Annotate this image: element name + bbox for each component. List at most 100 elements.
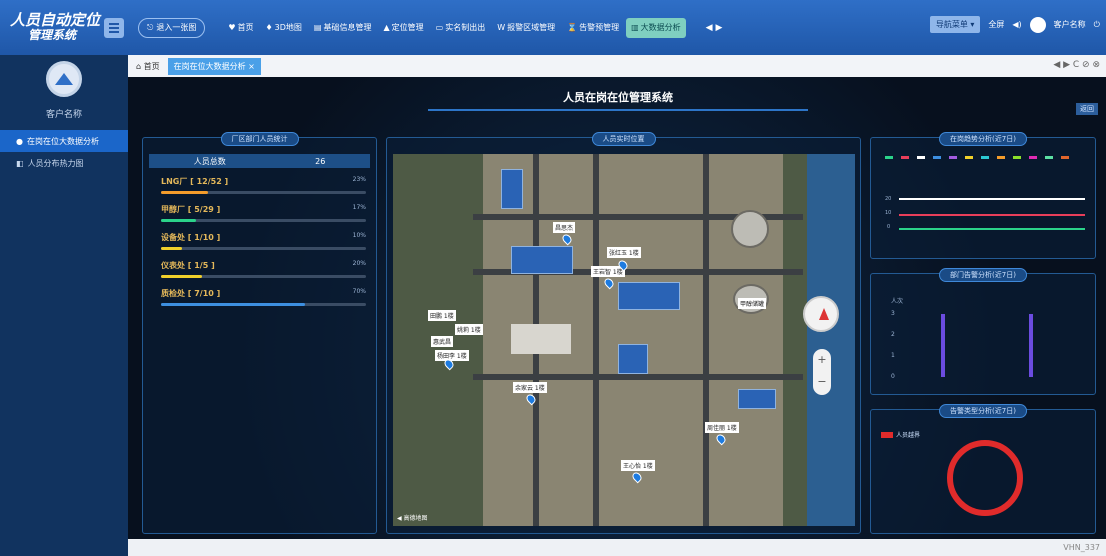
- home-icon: ⌂: [136, 61, 144, 71]
- series-line: [899, 198, 1085, 200]
- map-label: 张红玉 1楼: [607, 247, 641, 258]
- dept-alarm-panel: 部门告警分析(近7日) 人次 3 2 1 0: [870, 268, 1096, 395]
- y-tick: 1: [891, 352, 895, 359]
- dept-progress-fill: [161, 303, 305, 306]
- legend-label: 人员越界: [896, 432, 921, 439]
- dept-progress-bar: [161, 303, 366, 306]
- map-label: 姚莉 1楼: [455, 324, 483, 335]
- dept-stats-panel: 厂区部门人员统计 人员总数 26 LNG厂 [ 12/52 ] 23% 甲醇厂 [ …: [142, 132, 377, 534]
- dept-name: 仪表处 [ 1/5 ]: [161, 261, 215, 270]
- nav-menu-dropdown[interactable]: 导航菜单 ▾: [929, 16, 981, 33]
- weekly-trend-panel: 在岗趋势分析(近7日) 20 10 0: [870, 132, 1096, 259]
- page-title: 人员在岗在位管理系统: [428, 85, 808, 111]
- series-line: [899, 228, 1085, 230]
- dept-name: 甲醇厂 [ 5/29 ]: [161, 205, 221, 214]
- card-icon: ▭: [435, 23, 444, 32]
- y-tick: 20: [885, 196, 892, 202]
- app-title-line1: 人员自动定位: [10, 10, 101, 29]
- dept-progress-bar: [161, 275, 366, 278]
- dept-row: 仪表处 [ 1/5 ] 20%: [161, 260, 366, 280]
- zoom-control[interactable]: + −: [813, 349, 831, 395]
- app-logo: 人员自动定位 管理系统: [0, 0, 100, 55]
- nav-home-label: 首页: [237, 23, 254, 32]
- dept-list: LNG厂 [ 12/52 ] 23% 甲醇厂 [ 5/29 ] 17% 设备处 [ 1/…: [143, 176, 376, 308]
- dept-name: 质检处 [ 7/10 ]: [161, 289, 221, 298]
- map-label: 惠武昌: [431, 336, 454, 347]
- dept-row: 甲醇厂 [ 5/29 ] 17%: [161, 204, 366, 224]
- dept-row: LNG厂 [ 12/52 ] 23%: [161, 176, 366, 196]
- nav-location[interactable]: ▲ 定位管理: [378, 18, 428, 38]
- y-axis-label: 人次: [891, 298, 904, 305]
- panel-title: 告警类型分析(近7日): [939, 404, 1027, 418]
- map-label: 田鹏 1楼: [428, 310, 456, 321]
- tab-bar: ⌂ 首页 在岗在位大数据分析 × ◀ ▶ C ⊘ ⊗: [128, 55, 1106, 77]
- nav-basic-info[interactable]: ▤ 基础信息管理: [309, 18, 377, 38]
- nav-big-data[interactable]: ▥ 大数据分析: [626, 17, 686, 38]
- series-line: [899, 214, 1085, 216]
- fullscreen-button[interactable]: 全屏: [988, 19, 1004, 30]
- donut-chart: [947, 440, 1023, 516]
- nav-realname[interactable]: ▭ 实名制出出: [431, 18, 491, 38]
- logout-button[interactable]: ⎋ 退入一张图: [138, 17, 206, 38]
- dept-progress-fill: [161, 275, 202, 278]
- speaker-icon[interactable]: ◀): [1012, 20, 1021, 29]
- right-tools: 导航菜单 ▾ 全屏 ◀) 客户名称 ⏻: [929, 16, 1100, 33]
- y-tick: 3: [891, 310, 895, 317]
- sidebar: 客户名称 ● 在岗在位大数据分析 ◧ 人员分布热力图: [0, 55, 128, 556]
- panel-title: 部门告警分析(近7日): [939, 268, 1027, 282]
- pin-icon: ♦: [265, 23, 273, 32]
- nav-alarm-area[interactable]: W 报警区域管理: [492, 18, 560, 38]
- nav-3d-map[interactable]: ♦ 3D地图: [261, 18, 307, 38]
- tab-tools[interactable]: ◀ ▶ C ⊘ ⊗: [1053, 60, 1100, 70]
- water-area: [807, 154, 855, 526]
- dept-name: 设备处 [ 1/10 ]: [161, 233, 221, 242]
- return-button[interactable]: 返回: [1076, 103, 1098, 115]
- folder-icon: ▤: [313, 23, 322, 32]
- alarm-type-panel: 告警类型分析(近7日) 人员越界: [870, 404, 1096, 534]
- dot-icon: ●: [16, 136, 23, 146]
- nav-home[interactable]: ♥ 首页: [223, 18, 258, 38]
- menu-toggle-button[interactable]: [104, 17, 124, 38]
- chart-legend: [885, 156, 1089, 159]
- username-label[interactable]: 客户名称: [1054, 19, 1086, 30]
- hourglass-icon: ⌛: [567, 23, 578, 32]
- satellite-map[interactable]: 昌思杰 张红玉 1楼 王岩智 1楼 甲醇储罐 田鹏 1楼 姚莉 1楼 惠武昌 杨…: [393, 154, 855, 526]
- location-icon: ▲: [383, 23, 390, 32]
- map-label: 杨田李 1楼: [435, 350, 469, 361]
- sidebar-item-heatmap[interactable]: ◧ 人员分布热力图: [0, 152, 128, 174]
- y-tick: 10: [885, 210, 892, 216]
- dashboard: 人员在岗在位管理系统 返回 厂区部门人员统计 人员总数 26 LNG厂 [ 12…: [128, 77, 1106, 539]
- dept-progress-fill: [161, 191, 209, 194]
- sidebar-item-label: 在岗在位大数据分析: [26, 136, 99, 146]
- map-label: 王心怡 1楼: [621, 460, 655, 471]
- nav-alarm-manage[interactable]: ⌛ 告警预管理: [562, 18, 624, 38]
- dept-name: LNG厂 [ 12/52 ]: [161, 177, 229, 186]
- sidebar-item-duty-analysis[interactable]: ● 在岗在位大数据分析: [0, 130, 128, 152]
- company-emblem: [46, 61, 82, 97]
- alarm-bar: [941, 314, 945, 377]
- avatar[interactable]: [1029, 16, 1046, 33]
- total-value: 26: [315, 156, 326, 166]
- nav-scroll-arrows[interactable]: ◀ ▶: [706, 23, 723, 33]
- map-label: 周佳丽 1楼: [705, 422, 739, 433]
- dept-percent: 70%: [352, 288, 366, 295]
- dept-row: 质检处 [ 7/10 ] 70%: [161, 288, 366, 308]
- nav-realname-label: 实名制出出: [445, 23, 486, 32]
- y-tick: 2: [891, 331, 895, 338]
- panel-title: 在岗趋势分析(近7日): [939, 132, 1027, 146]
- total-label: 人员总数: [193, 156, 226, 166]
- logout-label: 退入一张图: [156, 23, 197, 32]
- compass-control[interactable]: [803, 296, 839, 332]
- dept-percent: 17%: [352, 204, 366, 211]
- chart-icon: ▥: [631, 23, 639, 32]
- map-panel: 人员实时位置 昌思杰 张红玉 1楼 王岩智 1楼 甲醇储罐 田鹏 1楼 姚莉 1…: [386, 132, 861, 534]
- sidebar-item-label: 人员分布热力图: [27, 158, 84, 168]
- tab-duty-analysis[interactable]: 在岗在位大数据分析 ×: [167, 57, 261, 75]
- map-label: 昌思杰: [553, 222, 576, 233]
- tab-home[interactable]: ⌂ 首页: [136, 61, 160, 72]
- nav-3d-map-label: 3D地图: [274, 23, 302, 32]
- dept-percent: 10%: [352, 232, 366, 239]
- dept-progress-bar: [161, 191, 366, 194]
- map-label: 余家云 1楼: [513, 382, 547, 393]
- power-icon[interactable]: ⏻: [1094, 20, 1100, 30]
